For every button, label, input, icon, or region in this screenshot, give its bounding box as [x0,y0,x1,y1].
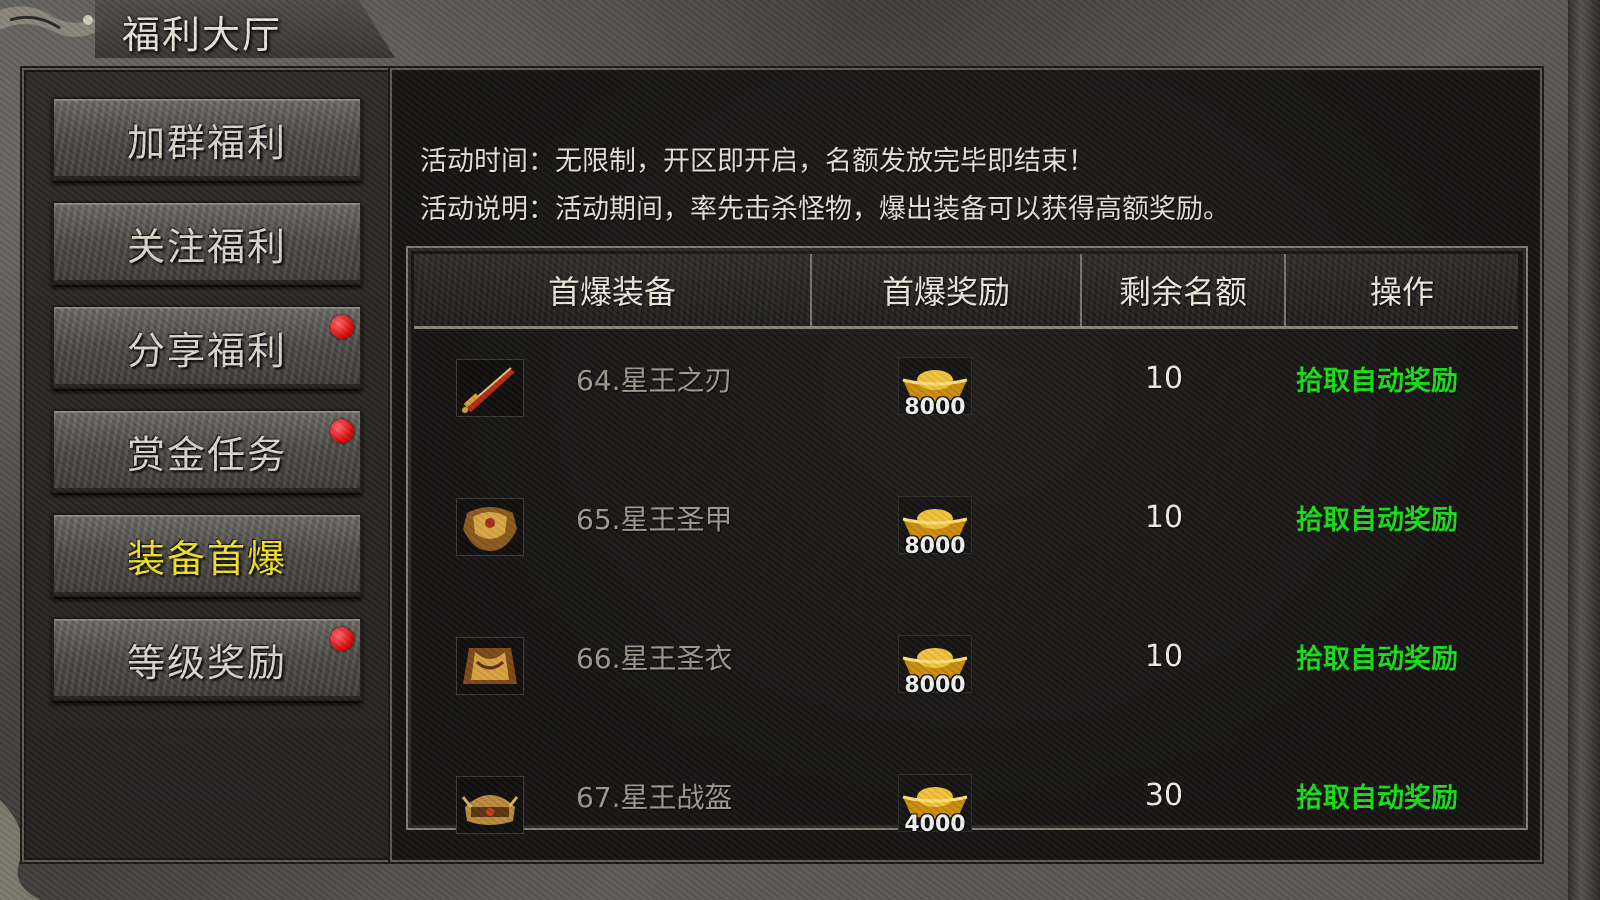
activity-time: 活动时间：无限制，开区即开启，名额发放完毕即结束！ [420,146,1095,177]
pickup-auto-reward-link[interactable]: 拾取自动奖励 [1296,498,1458,537]
window-title: 福利大厅 [122,13,283,57]
table-row: 65.星王圣甲 8000 10 拾取自动奖励 [408,480,1526,619]
remaining-count: 10 [1144,639,1184,674]
notification-dot [330,315,354,339]
reward-cell: 8000 [898,357,972,420]
reward-amount: 8000 [904,395,966,420]
table-header: 首爆装备 首爆奖励 剩余名额 操作 [414,254,1518,329]
remaining-count: 30 [1144,778,1184,813]
activity-description: 活动说明：活动期间，率先击杀怪物，爆出装备可以获得高额奖励。 [420,194,1230,225]
dragon-ornament-icon [0,6,105,37]
notification-dot [330,627,354,651]
sidebar-item-label: 赏金任务 [126,432,287,477]
sidebar-item-label: 装备首爆 [126,536,287,581]
sidebar-item-label: 分享福利 [126,328,287,373]
header-equipment: 首爆装备 [414,254,812,326]
header-reward: 首爆奖励 [812,254,1082,326]
reward-cell: 8000 [898,496,972,559]
frame-right-edge [1568,0,1600,900]
sidebar-item-bounty[interactable]: 赏金任务 [52,409,362,493]
pickup-auto-reward-link[interactable]: 拾取自动奖励 [1296,776,1458,815]
remaining-count: 10 [1144,361,1184,396]
sidebar-item-label: 关注福利 [126,224,287,269]
armor-icon [456,498,524,556]
sidebar-item-follow[interactable]: 关注福利 [52,201,362,285]
sword-icon [456,359,524,417]
reward-cell: 4000 [898,774,972,837]
remaining-count: 10 [1144,500,1184,535]
item-name: 66.星王圣衣 [576,642,733,675]
sidebar-item-first-drop[interactable]: 装备首爆 [52,513,362,597]
item-name: 67.星王战盔 [576,781,733,814]
reward-amount: 8000 [904,534,966,559]
header-remaining: 剩余名额 [1082,254,1286,326]
sidebar-item-label: 加群福利 [126,120,287,165]
table-row: 66.星王圣衣 8000 10 拾取自动奖励 [408,619,1526,758]
robe-icon [456,637,524,695]
reward-cell: 8000 [898,635,972,698]
first-drop-table: 首爆装备 首爆奖励 剩余名额 操作 64.星王之刃 8000 10 拾取自动奖励… [406,246,1528,837]
table-row: 67.星王战盔 4000 30 拾取自动奖励 [408,758,1526,897]
sidebar-item-level-reward[interactable]: 等级奖励 [52,617,362,701]
item-name: 65.星王圣甲 [576,503,733,536]
pickup-auto-reward-link[interactable]: 拾取自动奖励 [1296,637,1458,676]
helmet-icon [456,776,524,834]
table-row: 64.星王之刃 8000 10 拾取自动奖励 [408,341,1526,480]
header-action: 操作 [1369,273,1434,311]
item-name: 64.星王之刃 [576,364,733,397]
sidebar-item-join-group[interactable]: 加群福利 [52,97,362,181]
sidebar-item-label: 等级奖励 [126,640,287,685]
sidebar-item-share[interactable]: 分享福利 [52,305,362,389]
notification-dot [330,419,354,443]
welfare-hall-window: 福利大厅 加群福利 关注福利 分享福利 赏金任务 装备首爆 等级奖励 活动时间：… [0,0,1600,900]
reward-amount: 8000 [904,673,966,698]
pickup-auto-reward-link[interactable]: 拾取自动奖励 [1296,359,1458,398]
activity-info: 活动时间：无限制，开区即开启，名额发放完毕即结束！ 活动说明：活动期间，率先击杀… [420,138,1230,234]
reward-amount: 4000 [904,812,966,837]
